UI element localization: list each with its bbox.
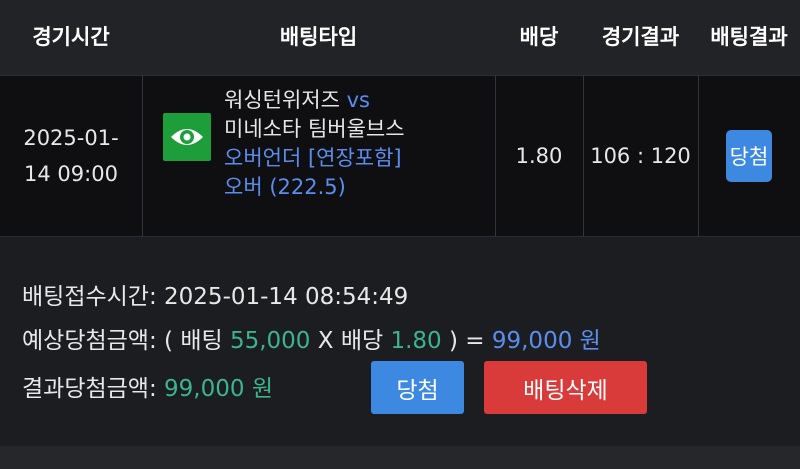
score-cell: 106 : 120 — [590, 144, 691, 168]
x-odds-label: X 배당 — [317, 328, 384, 354]
footer-bar — [0, 446, 800, 469]
odds-cell: 1.80 — [515, 144, 563, 168]
table-header: 경기시간 배팅타입 배당 경기결과 배팅결과 — [0, 0, 800, 75]
bet-result-cell: 당첨 — [698, 75, 800, 237]
team-away: 미네소타 팀버울브스 — [224, 117, 405, 141]
game-time: 14 09:00 — [24, 162, 118, 186]
bet-history-item: 경기시간 배팅타입 배당 경기결과 배팅결과 2025-01- 14 09:00… — [0, 0, 800, 469]
expected-amount: 99,000 원 — [491, 328, 601, 354]
header-game-result: 경기결과 — [601, 25, 680, 49]
result-label: 결과당첨금액: — [22, 376, 157, 402]
header-game-time: 경기시간 — [32, 25, 110, 49]
delete-bet-button[interactable]: 배팅삭제 — [484, 361, 647, 414]
column-divider — [142, 75, 143, 237]
header-odds: 배당 — [519, 25, 559, 49]
stake-amount: 55,000 — [229, 328, 311, 354]
bet-time-line: 배팅접수시간: 2025-01-14 08:54:49 — [22, 277, 408, 311]
game-date: 2025-01- — [23, 126, 119, 150]
match-teams-line1: 워싱턴위저즈 vs — [224, 86, 494, 115]
bet-pick: 오버 (222.5) — [224, 175, 346, 199]
header-bet-result: 배팅결과 — [710, 25, 788, 49]
result-win-line: 결과당첨금액: 99,000 원 — [22, 369, 273, 403]
bet-time-label: 배팅접수시간: — [22, 284, 157, 310]
expected-win-line: 예상당첨금액: ( 배팅 55,000 X 배당 1.80 ) = 99,000… — [22, 321, 601, 355]
team-home: 워싱턴위저즈 — [224, 88, 340, 112]
game-time-cell: 2025-01- 14 09:00 — [0, 75, 142, 237]
expected-label: 예상당첨금액: — [22, 328, 157, 354]
header-bet-type: 배팅타입 — [279, 25, 358, 49]
win-button[interactable]: 당첨 — [371, 361, 464, 414]
open-paren: ( 배팅 — [164, 328, 223, 354]
close-eq: ) = — [448, 328, 485, 354]
result-amount: 99,000 원 — [164, 376, 273, 402]
win-badge: 당첨 — [726, 130, 772, 182]
vs-label: vs — [346, 88, 370, 112]
bet-market: 오버언더 [연장포함] — [224, 146, 402, 170]
odds-value: 1.80 — [390, 328, 442, 354]
bet-time-value: 2025-01-14 08:54:49 — [164, 284, 409, 310]
bet-type-cell: 워싱턴위저즈 vs 미네소타 팀버울브스 오버언더 [연장포함] 오버 (222… — [224, 86, 494, 202]
eye-icon[interactable] — [163, 113, 211, 161]
